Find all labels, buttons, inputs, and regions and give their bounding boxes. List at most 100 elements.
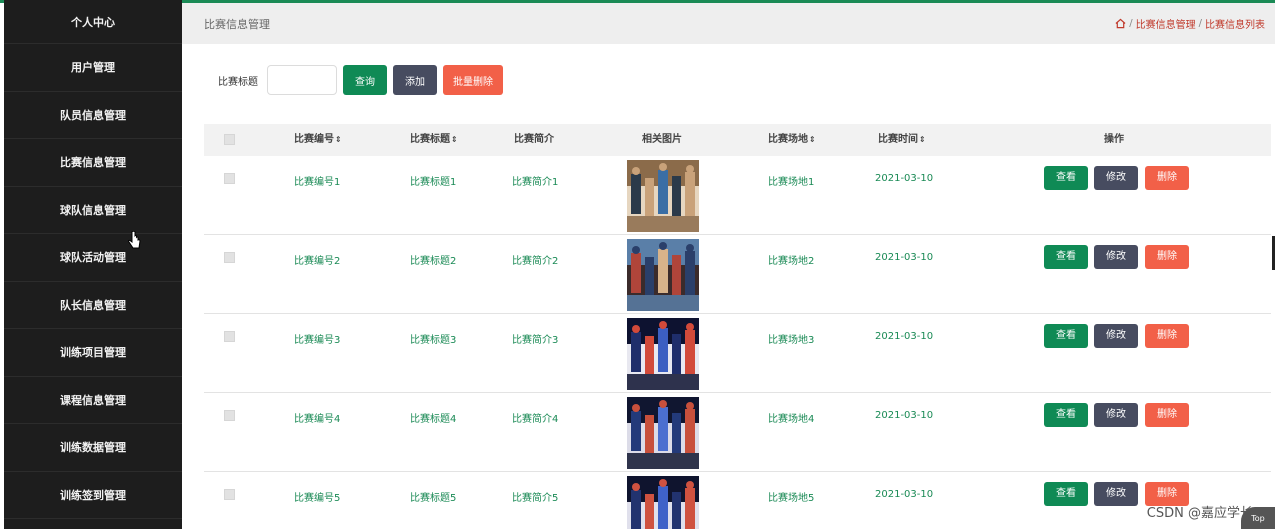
watermark: CSDN @嘉应学长 [1146, 506, 1253, 521]
sidebar-item-team-info[interactable]: 球队信息管理 [4, 187, 182, 234]
view-button[interactable]: 查看 [1044, 324, 1088, 348]
cell-time: 2021-03-10 [875, 173, 934, 184]
sidebar-item-training-checkin[interactable]: 训练签到管理 [4, 472, 182, 519]
search-input[interactable] [267, 65, 337, 95]
cell-intro: 比赛简介4 [512, 414, 559, 425]
breadcrumb-item-match-management[interactable]: 比赛信息管理 [1136, 16, 1196, 31]
table-header: 比赛编号⇕ 比赛标题⇕ 比赛简介 相关图片 比赛场地⇕ 比赛时间⇕ 操作 [204, 124, 1271, 156]
edit-button[interactable]: 修改 [1094, 166, 1138, 190]
sidebar-item-course-info[interactable]: 课程信息管理 [4, 377, 182, 424]
cell-venue: 比赛场地5 [768, 493, 815, 504]
main-content: 比赛信息管理 / 比赛信息管理 / 比赛信息列表 比赛标题 查询 添加 批量删除… [182, 3, 1275, 529]
sidebar-item-training-data[interactable]: 训练数据管理 [4, 424, 182, 472]
sidebar-item-label: 队长信息管理 [60, 298, 126, 312]
query-button[interactable]: 查询 [343, 65, 387, 95]
cell-time: 2021-03-10 [875, 489, 934, 500]
column-header-time[interactable]: 比赛时间⇕ [878, 124, 926, 156]
sidebar-item-label: 球队信息管理 [60, 203, 126, 217]
row-checkbox[interactable] [224, 331, 235, 345]
match-photo[interactable] [627, 239, 699, 311]
sort-icon: ⇕ [809, 135, 816, 144]
column-header-venue[interactable]: 比赛场地⇕ [768, 124, 816, 156]
sidebar-item-team-activity[interactable]: 球队活动管理 [4, 234, 182, 282]
cell-intro: 比赛简介5 [512, 493, 559, 504]
delete-button[interactable]: 删除 [1145, 245, 1189, 269]
home-icon[interactable] [1115, 18, 1126, 29]
sidebar-item-training-project[interactable]: 训练项目管理 [4, 329, 182, 377]
match-photo[interactable] [627, 397, 699, 469]
sidebar-item-label: 训练项目管理 [60, 346, 126, 360]
select-all-checkbox[interactable] [224, 124, 235, 156]
cell-id: 比赛编号1 [294, 177, 341, 188]
table-row: 比赛编号1 比赛标题1 比赛简介1 比赛场地1 2021-03-10 查看 修改… [204, 156, 1271, 235]
cell-title: 比赛标题2 [410, 256, 457, 267]
sidebar-item-label: 球队活动管理 [60, 251, 126, 265]
sidebar-item-label: 训练签到管理 [60, 488, 126, 502]
table-row: 比赛编号5 比赛标题5 比赛简介5 比赛场地5 2021-03-10 查看 修改… [204, 472, 1271, 529]
cell-title: 比赛标题5 [410, 493, 457, 504]
sidebar-item-label: 训练数据管理 [60, 441, 126, 455]
back-to-top-button[interactable]: Top [1241, 507, 1275, 529]
cell-intro: 比赛简介1 [512, 177, 559, 188]
delete-button[interactable]: 删除 [1145, 324, 1189, 348]
view-button[interactable]: 查看 [1044, 482, 1088, 506]
column-header-image: 相关图片 [642, 134, 682, 145]
column-header-intro: 比赛简介 [514, 134, 554, 145]
cell-time: 2021-03-10 [875, 331, 934, 342]
sidebar-item-match-info[interactable]: 比赛信息管理 [4, 139, 182, 187]
view-button[interactable]: 查看 [1044, 166, 1088, 190]
breadcrumb-item-match-list: 比赛信息列表 [1205, 20, 1265, 31]
table-row: 比赛编号4 比赛标题4 比赛简介4 比赛场地4 2021-03-10 查看 修改… [204, 393, 1271, 472]
cell-venue: 比赛场地4 [768, 414, 815, 425]
delete-button[interactable]: 删除 [1145, 403, 1189, 427]
column-header-title[interactable]: 比赛标题⇕ [410, 124, 458, 156]
edit-button[interactable]: 修改 [1094, 482, 1138, 506]
match-photo[interactable] [627, 318, 699, 390]
edit-button[interactable]: 修改 [1094, 245, 1138, 269]
batch-delete-button[interactable]: 批量删除 [443, 65, 503, 95]
cell-time: 2021-03-10 [875, 410, 934, 421]
view-button[interactable]: 查看 [1044, 245, 1088, 269]
row-checkbox[interactable] [224, 410, 235, 424]
sort-icon: ⇕ [335, 135, 342, 144]
sidebar-item-personal-center[interactable]: 个人中心 [4, 0, 182, 44]
sidebar-item-captain-info[interactable]: 队长信息管理 [4, 282, 182, 329]
view-button[interactable]: 查看 [1044, 403, 1088, 427]
breadcrumb-bar: 比赛信息管理 / 比赛信息管理 / 比赛信息列表 [182, 3, 1275, 44]
sidebar-item-label: 队员信息管理 [60, 108, 126, 122]
cell-title: 比赛标题1 [410, 177, 457, 188]
edit-button[interactable]: 修改 [1094, 324, 1138, 348]
page-title: 比赛信息管理 [204, 17, 270, 31]
cell-id: 比赛编号2 [294, 256, 341, 267]
breadcrumb-separator: / [1129, 18, 1133, 29]
table-row: 比赛编号3 比赛标题3 比赛简介3 比赛场地3 2021-03-10 查看 修改… [204, 314, 1271, 393]
sidebar-item-label: 用户管理 [71, 61, 115, 75]
row-checkbox[interactable] [224, 252, 235, 266]
match-photo[interactable] [627, 476, 699, 529]
cell-id: 比赛编号5 [294, 493, 341, 504]
match-table: 比赛编号⇕ 比赛标题⇕ 比赛简介 相关图片 比赛场地⇕ 比赛时间⇕ 操作 比赛编… [204, 124, 1271, 529]
cell-title: 比赛标题4 [410, 414, 457, 425]
cell-venue: 比赛场地2 [768, 256, 815, 267]
edit-button[interactable]: 修改 [1094, 403, 1138, 427]
sort-icon: ⇕ [919, 135, 926, 144]
cell-title: 比赛标题3 [410, 335, 457, 346]
breadcrumb-separator: / [1198, 18, 1202, 29]
cell-venue: 比赛场地3 [768, 335, 815, 346]
delete-button[interactable]: 删除 [1145, 166, 1189, 190]
column-header-id[interactable]: 比赛编号⇕ [294, 124, 342, 156]
sidebar-item-label: 个人中心 [71, 15, 115, 29]
match-photo[interactable] [627, 160, 699, 232]
search-toolbar: 比赛标题 查询 添加 批量删除 [218, 65, 503, 95]
table-row: 比赛编号2 比赛标题2 比赛简介2 比赛场地2 2021-03-10 查看 修改… [204, 235, 1271, 314]
sort-icon: ⇕ [451, 135, 458, 144]
row-checkbox[interactable] [224, 489, 235, 503]
search-label: 比赛标题 [218, 76, 258, 88]
add-button[interactable]: 添加 [393, 65, 437, 95]
table-body: 比赛编号1 比赛标题1 比赛简介1 比赛场地1 2021-03-10 查看 修改… [204, 156, 1271, 529]
cell-id: 比赛编号4 [294, 414, 341, 425]
row-checkbox[interactable] [224, 173, 235, 187]
cell-intro: 比赛简介3 [512, 335, 559, 346]
sidebar-item-member-info[interactable]: 队员信息管理 [4, 92, 182, 139]
sidebar-item-user-management[interactable]: 用户管理 [4, 44, 182, 92]
